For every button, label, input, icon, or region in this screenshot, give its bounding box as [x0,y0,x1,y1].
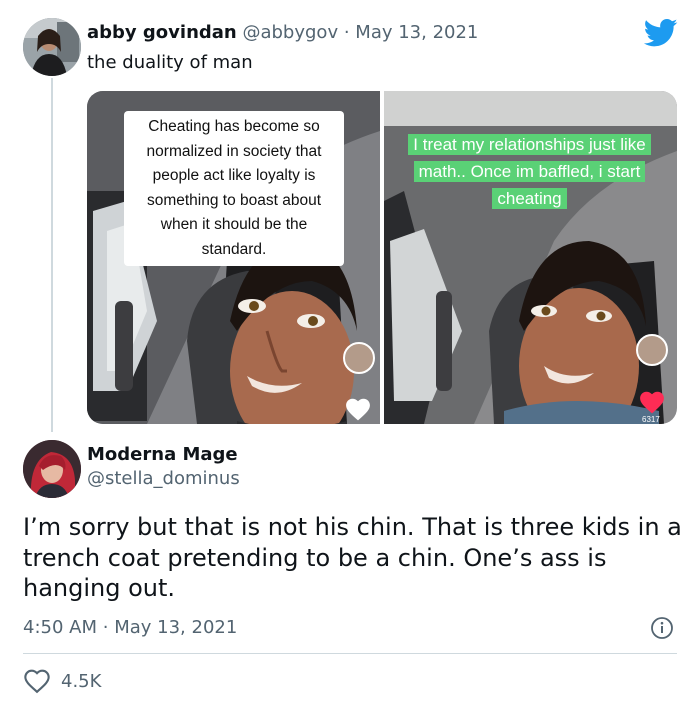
media-image-right[interactable]: I treat my relationships just like math.… [384,91,677,424]
heart-icon[interactable] [23,668,51,694]
like-action[interactable]: 4.5K [23,668,101,694]
info-icon[interactable] [650,616,674,640]
video-caption: I treat my relationships just like math.… [392,131,667,212]
avatar[interactable] [23,18,81,76]
avatar-photo [23,440,81,498]
divider [23,653,677,654]
avatar[interactable] [23,440,81,498]
tweet-date[interactable]: May 13, 2021 [355,22,478,43]
creator-avatar [636,334,668,366]
heart-icon[interactable] [639,390,665,414]
thread-connector-line [51,78,53,432]
media-grid[interactable]: Cheating has become so normalized in soc… [87,91,677,424]
twitter-bird-icon[interactable] [644,18,678,48]
quoted-tweet-text: the duality of man [87,52,253,73]
quoted-tweet-header: abby govindan @abbygov · May 13, 2021 [87,21,478,45]
separator-dot: · [102,617,109,638]
separator-dot: · [343,22,350,43]
author-handle[interactable]: @abbygov [242,22,338,43]
author-handle[interactable]: @stella_dominus [87,467,240,491]
author-name[interactable]: Moderna Mage [87,443,238,467]
like-count: 4.5K [61,670,102,692]
video-caption: Cheating has become so normalized in soc… [124,111,344,266]
video-caption-text: I treat my relationships just like math.… [408,134,651,209]
creator-avatar [343,342,375,374]
author-name[interactable]: abby govindan [87,22,237,43]
tweet-time: 4:50 AM [23,617,97,638]
tweet-date: May 13, 2021 [114,617,238,638]
avatar-photo [23,18,81,76]
tweet-timestamp[interactable]: 4:50 AM · May 13, 2021 [23,616,237,640]
tweet-text: I’m sorry but that is not his chin. That… [23,513,682,602]
heart-icon[interactable] [345,397,371,421]
media-image-left[interactable]: Cheating has become so normalized in soc… [87,91,380,424]
like-count: 6317 [642,415,660,424]
